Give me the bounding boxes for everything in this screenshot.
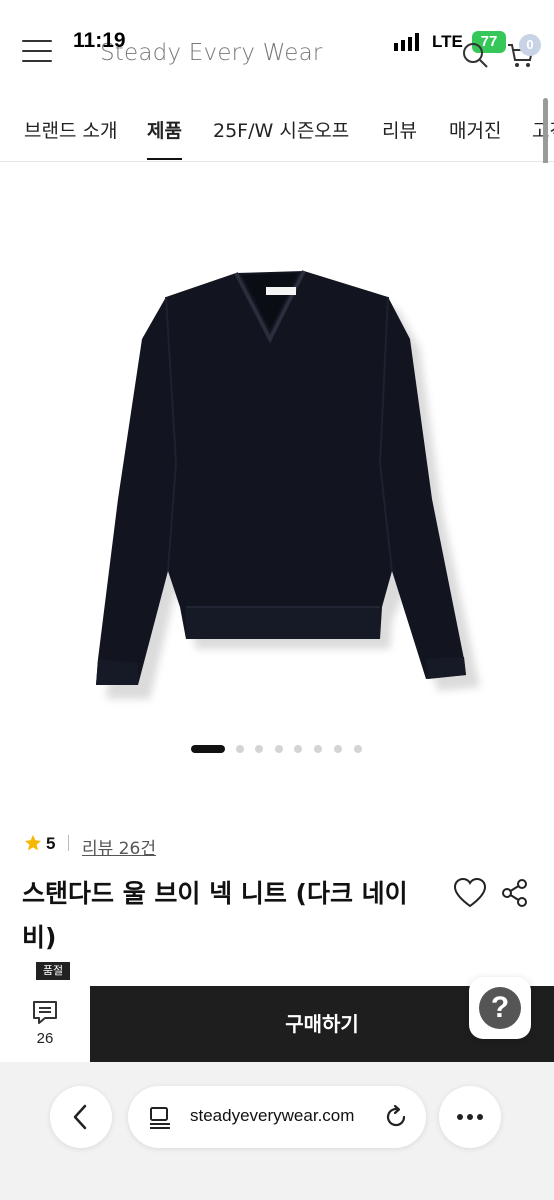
tab-products[interactable]: 제품 (147, 116, 182, 143)
tab-reviews[interactable]: 리뷰 (382, 116, 417, 143)
tab-season-off[interactable]: 25F/W 시즌오프 (213, 116, 349, 143)
gallery-dot-2[interactable] (236, 745, 244, 753)
heart-icon[interactable] (453, 877, 487, 909)
more-button[interactable] (439, 1086, 501, 1148)
brand-logo[interactable]: Steady Every Wear (100, 40, 323, 66)
sold-out-badge: 품절 (36, 962, 70, 980)
comment-icon (33, 1001, 57, 1024)
network-type: LTE (432, 32, 463, 51)
question-icon: ? (479, 987, 521, 1029)
menu-icon[interactable] (22, 40, 52, 64)
signal-icon (394, 33, 419, 51)
product-image-gallery[interactable] (0, 163, 554, 783)
reload-icon[interactable] (383, 1104, 409, 1130)
page-menu-icon[interactable] (148, 1105, 172, 1129)
gallery-dot-5[interactable] (294, 745, 302, 753)
chevron-left-icon (73, 1104, 87, 1130)
review-count: 26 (36, 1030, 54, 1047)
gallery-dot-7[interactable] (334, 745, 342, 753)
gallery-dot-6[interactable] (314, 745, 322, 753)
cart-count-badge: 0 (519, 34, 541, 56)
status-time: 11:19 (73, 29, 126, 52)
gallery-dot-3[interactable] (255, 745, 263, 753)
address-bar[interactable]: steadyeverywear.com (128, 1086, 426, 1148)
category-nav: 브랜드 소개 제품 25F/W 시즌오프 리뷰 매거진 고객 (0, 96, 554, 162)
help-button[interactable]: ? (469, 977, 531, 1039)
gallery-dot-1[interactable] (191, 745, 225, 753)
gallery-dot-8[interactable] (354, 745, 362, 753)
gallery-dot-4[interactable] (275, 745, 283, 753)
product-title: 스탠다드 울 브이 넥 니트 (다크 네이비) (22, 879, 408, 952)
divider (68, 835, 69, 851)
url-text: steadyeverywear.com (190, 1106, 355, 1125)
tab-magazine[interactable]: 매거진 (449, 116, 501, 143)
active-tab-indicator (147, 158, 182, 160)
browser-toolbar: steadyeverywear.com (0, 1062, 554, 1200)
share-icon[interactable] (501, 878, 529, 908)
star-icon (24, 834, 42, 851)
sweater-image (96, 270, 480, 699)
back-button[interactable] (50, 1086, 112, 1148)
search-icon[interactable] (460, 40, 490, 70)
more-icon (457, 1114, 483, 1120)
review-count-link[interactable]: 리뷰 26건 (82, 834, 156, 859)
app-header: Steady Every Wear 11:19 LTE 77 0 (0, 0, 554, 96)
rating-value: 5 (46, 834, 56, 853)
review-button[interactable]: 26 (0, 986, 90, 1062)
tab-brand-intro[interactable]: 브랜드 소개 (24, 116, 117, 143)
